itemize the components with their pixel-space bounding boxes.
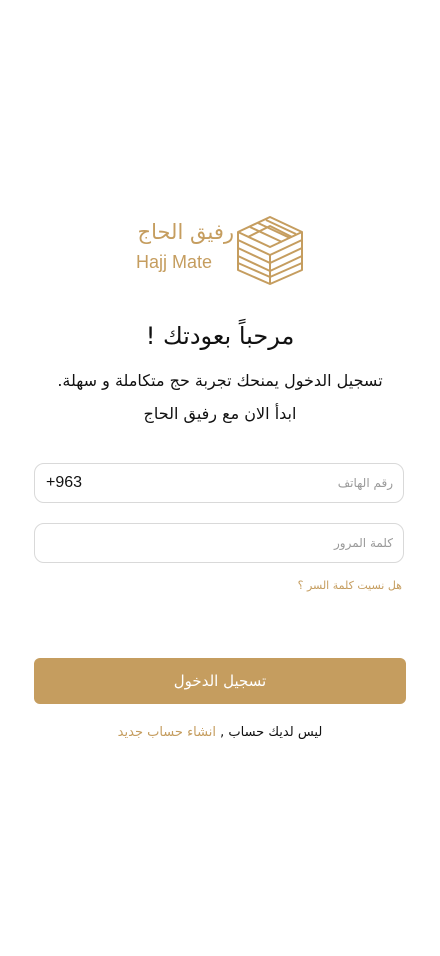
signup-row: ليس لديك حساب , انشاء حساب جديد (0, 725, 440, 740)
login-button[interactable]: تسجيل الدخول (34, 658, 406, 704)
forgot-password-link[interactable]: هل نسيت كلمة السر ؟ (298, 579, 402, 592)
password-placeholder: كلمة المرور (333, 536, 393, 550)
phone-country-code: +963 (46, 474, 83, 491)
create-account-link[interactable]: انشاء حساب جديد (118, 725, 216, 740)
phone-field[interactable]: +963 رقم الهاتف (34, 463, 404, 503)
no-account-text: ليس لديك حساب , (220, 725, 323, 740)
welcome-title: مرحباً بعودتك ! (145, 322, 295, 350)
login-screen: رفيق الحاج Hajj Mate مرحباً بعودتك ! تسج… (0, 0, 440, 956)
password-field[interactable]: كلمة المرور (34, 523, 404, 563)
hajj-mate-logo: رفيق الحاج Hajj Mate (132, 214, 304, 286)
logo-name-en: Hajj Mate (136, 252, 213, 272)
welcome-subtitle-line1: تسجيل الدخول يمنحك تجربة حج متكاملة و سه… (57, 371, 383, 390)
welcome-subtitle-line2: ابدأ الان مع رفيق الحاج (143, 404, 297, 423)
kaaba-logo-icon (237, 216, 303, 285)
logo-name-ar: رفيق الحاج (137, 220, 234, 244)
phone-placeholder: رقم الهاتف (337, 476, 393, 490)
